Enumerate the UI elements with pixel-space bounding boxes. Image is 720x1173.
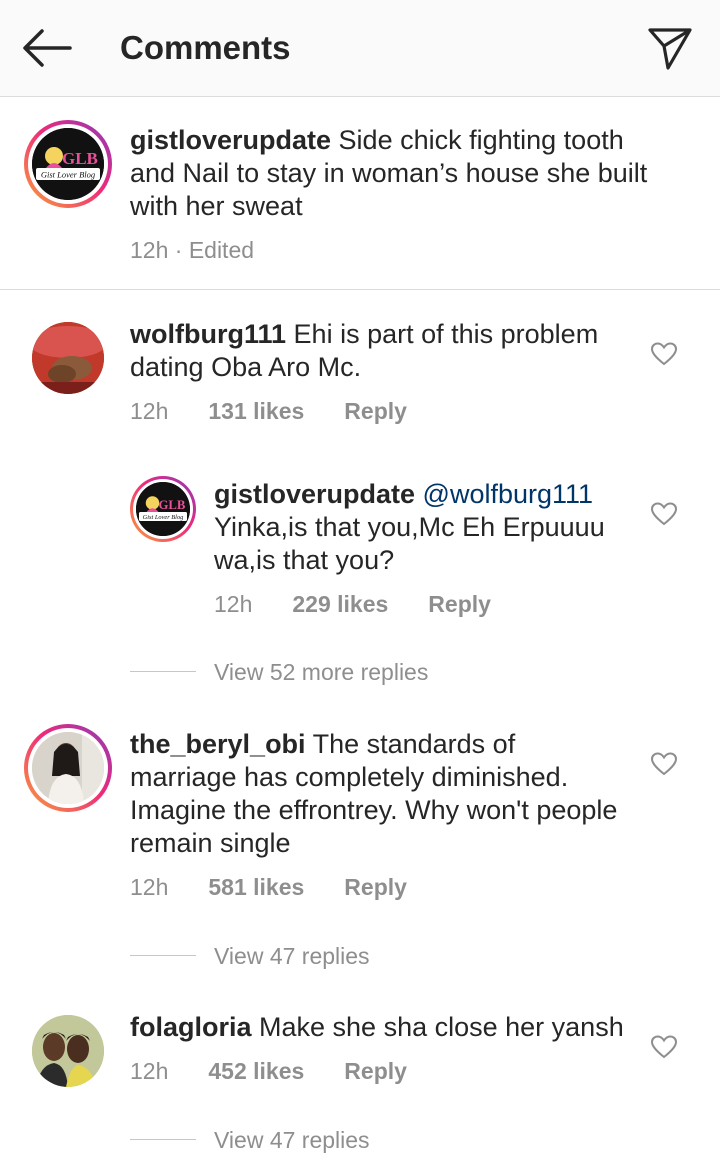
comment-text: folagloria Make she sha close her yansh <box>130 1011 640 1044</box>
view-replies-line <box>130 955 196 956</box>
avatar[interactable]: GLB Gist Lover Blog <box>136 482 190 536</box>
comment-body: Make she sha close her yansh <box>251 1012 624 1042</box>
comment-time: 12h <box>130 1058 169 1084</box>
reply-button[interactable]: Reply <box>344 1058 407 1084</box>
comment-username[interactable]: folagloria <box>130 1012 252 1042</box>
heart-icon[interactable] <box>651 502 677 526</box>
avatar[interactable] <box>32 1015 104 1087</box>
comment-time: 12h <box>130 874 169 900</box>
view-replies-line <box>130 671 196 672</box>
avatar[interactable]: GLB Gist Lover Blog <box>32 128 104 200</box>
profile-photo <box>32 732 104 804</box>
avatar[interactable] <box>32 732 104 804</box>
edited-label: · Edited <box>168 237 255 263</box>
reply-button[interactable]: Reply <box>344 874 407 900</box>
comment-username[interactable]: the_beryl_obi <box>130 729 306 759</box>
comment-time: 12h <box>130 398 169 424</box>
caption-meta: 12h · Edited <box>130 236 254 264</box>
heart-icon[interactable] <box>651 342 677 366</box>
reply-meta: 12h 229 likes Reply <box>214 590 491 618</box>
view-replies-button[interactable]: View 52 more replies <box>214 658 428 686</box>
page-title: Comments <box>120 29 291 66</box>
comment-username[interactable]: wolfburg111 <box>130 319 286 349</box>
heart-icon[interactable] <box>651 1035 677 1059</box>
avatar[interactable] <box>32 322 104 394</box>
top-app-bar: Comments <box>0 0 720 97</box>
likes-count[interactable]: 229 likes <box>292 591 388 617</box>
reply-username[interactable]: gistloverupdate <box>214 479 415 509</box>
paper-plane-icon[interactable] <box>646 24 694 72</box>
view-replies-button[interactable]: View 47 replies <box>214 942 370 970</box>
reply-time: 12h <box>214 591 253 617</box>
gist-lover-blog-logo: GLB Gist Lover Blog <box>32 128 104 200</box>
likes-count[interactable]: 452 likes <box>208 1058 304 1084</box>
reply-button[interactable]: Reply <box>428 591 491 617</box>
heart-icon[interactable] <box>651 752 677 776</box>
caption-text: gistloverupdate Side chick fighting toot… <box>130 124 670 223</box>
comment-text: the_beryl_obi The standards of marriage … <box>130 728 620 860</box>
profile-photo <box>32 1015 104 1087</box>
view-replies-button[interactable]: View 47 replies <box>214 1126 370 1154</box>
caption-time: 12h <box>130 237 169 263</box>
arrow-left-icon[interactable] <box>20 26 74 70</box>
mention-link[interactable]: @wolfburg111 <box>415 479 594 509</box>
svg-text:GLB: GLB <box>62 149 98 168</box>
reply-button[interactable]: Reply <box>344 398 407 424</box>
divider <box>0 289 720 290</box>
likes-count[interactable]: 581 likes <box>208 874 304 900</box>
comment-text: wolfburg111 Ehi is part of this problem … <box>130 318 630 384</box>
comment-meta: 12h 581 likes Reply <box>130 873 407 901</box>
view-replies-line <box>130 1139 196 1140</box>
comment-meta: 12h 452 likes Reply <box>130 1057 407 1085</box>
reply-body: Yinka,is that you,Mc Eh Erpuuuu wa,is th… <box>214 512 605 575</box>
comment-meta: 12h 131 likes Reply <box>130 397 407 425</box>
svg-text:Gist Lover Blog: Gist Lover Blog <box>41 170 95 180</box>
gist-lover-blog-logo: GLB Gist Lover Blog <box>136 482 190 536</box>
svg-text:GLB: GLB <box>159 498 186 512</box>
profile-photo <box>32 322 104 394</box>
reply-text: gistloverupdate @wolfburg111 Yinka,is th… <box>214 478 634 577</box>
svg-text:Gist Lover Blog: Gist Lover Blog <box>143 514 184 521</box>
caption-username[interactable]: gistloverupdate <box>130 125 331 155</box>
likes-count[interactable]: 131 likes <box>208 398 304 424</box>
